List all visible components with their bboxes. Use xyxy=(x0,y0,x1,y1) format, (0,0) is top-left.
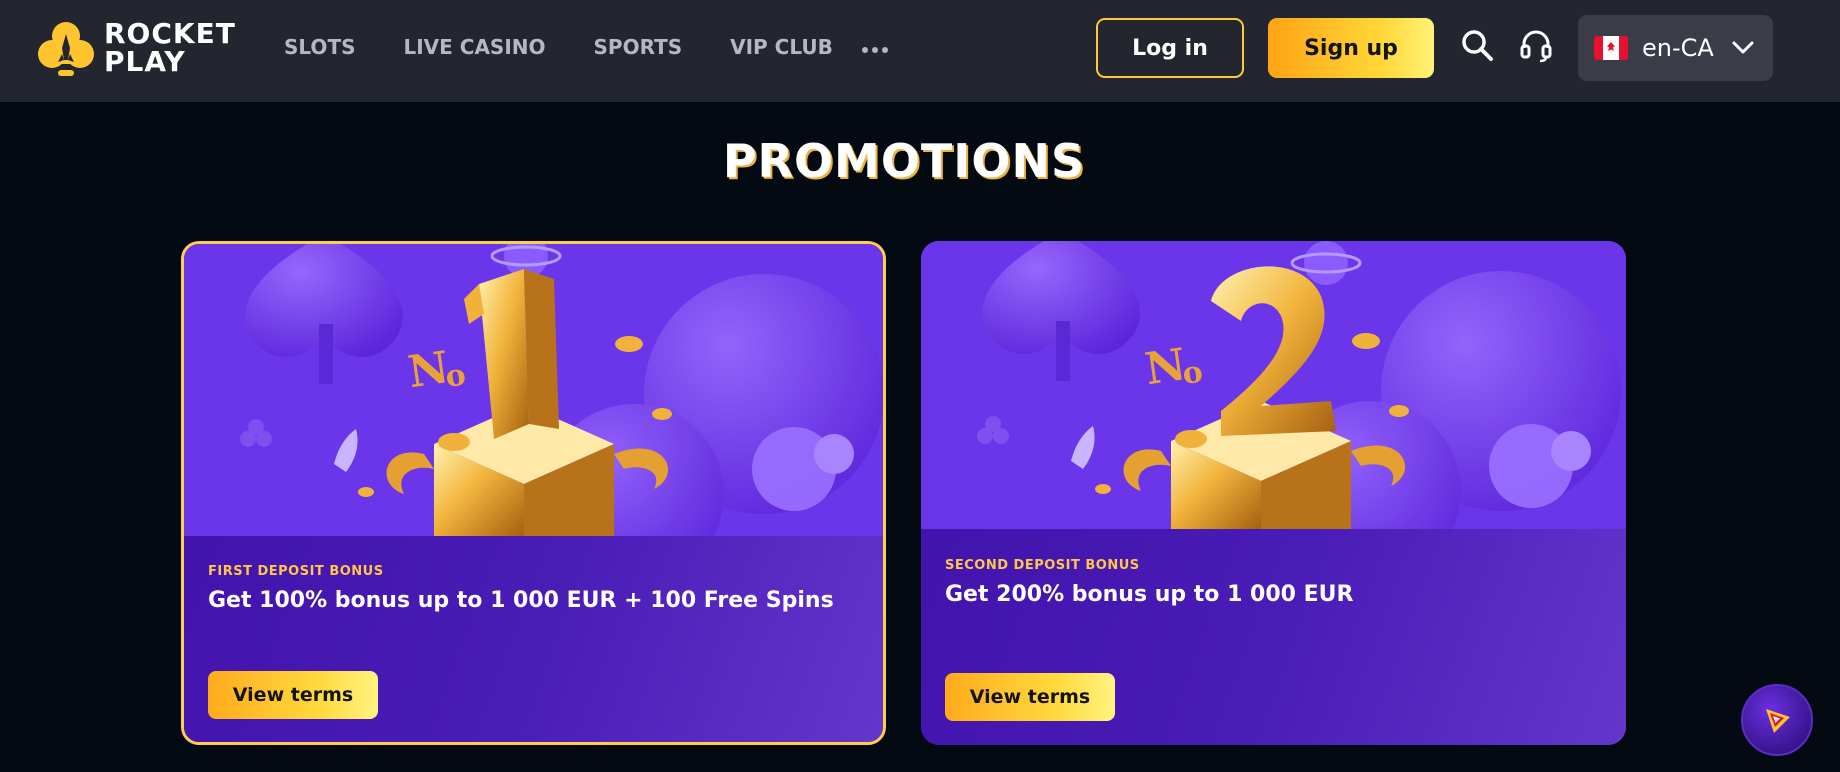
promo-label: FIRST DEPOSIT BONUS xyxy=(208,564,384,579)
promo-art-number-1: N o xyxy=(184,244,883,536)
page-title: PROMOTIONS xyxy=(722,134,1086,188)
nav-item-slots[interactable]: SLOTS xyxy=(284,35,355,59)
search-icon[interactable] xyxy=(1459,28,1495,66)
nav-item-live-casino[interactable]: LIVE CASINO xyxy=(403,35,545,59)
brand-line-1: ROCKET xyxy=(104,17,236,50)
more-dots-icon[interactable] xyxy=(862,36,890,60)
promo-card-first-deposit[interactable]: N o FIRST DEPOSIT BONUS Get 100% bonus u… xyxy=(181,241,886,745)
top-header: ROCKET PLAY SLOTS LIVE CASINO SPORTS VIP… xyxy=(0,0,1840,102)
promo-art-number-2: N o xyxy=(921,241,1626,529)
signup-button[interactable]: Sign up xyxy=(1268,18,1434,78)
headset-icon[interactable] xyxy=(1518,28,1554,66)
nav-item-vip-club[interactable]: VIP CLUB xyxy=(730,35,833,59)
login-button[interactable]: Log in xyxy=(1096,18,1244,78)
brand-line-2: PLAY xyxy=(104,45,186,78)
main-nav: SLOTS LIVE CASINO SPORTS VIP CLUB xyxy=(284,35,881,59)
view-terms-button[interactable]: View terms xyxy=(208,671,378,719)
rocket-play-chat-icon[interactable] xyxy=(1741,684,1813,756)
nav-item-sports[interactable]: SPORTS xyxy=(594,35,683,59)
logo[interactable]: ROCKET PLAY xyxy=(38,20,238,80)
promo-label: SECOND DEPOSIT BONUS xyxy=(945,558,1140,573)
club-logo-icon xyxy=(38,22,94,76)
view-terms-button[interactable]: View terms xyxy=(945,673,1115,721)
promo-card-second-deposit[interactable]: N o SECOND DEPOSIT BONUS Get 200% bonus … xyxy=(921,241,1626,745)
language-selector[interactable]: en-CA xyxy=(1578,15,1773,81)
promo-headline: Get 200% bonus up to 1 000 EUR xyxy=(945,582,1354,607)
brand-name: ROCKET PLAY xyxy=(104,20,236,76)
language-label: en-CA xyxy=(1642,34,1714,62)
chevron-down-icon xyxy=(1732,41,1754,54)
promo-headline: Get 100% bonus up to 1 000 EUR + 100 Fre… xyxy=(208,588,834,613)
canada-flag-icon xyxy=(1594,36,1628,60)
